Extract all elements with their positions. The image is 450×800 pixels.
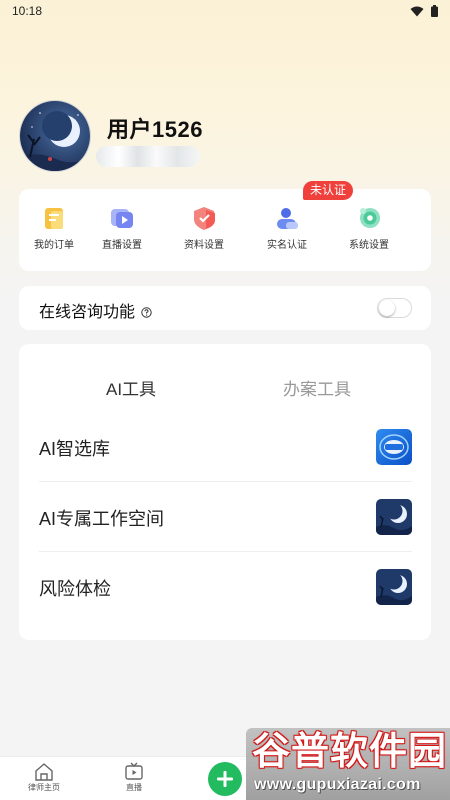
tool-row-ai-workspace[interactable]: AI专属工作空间 [39, 482, 412, 552]
battery-icon [431, 5, 438, 17]
online-consult-card: 在线咨询功能 [19, 286, 431, 330]
moon-thumbnail-icon [376, 569, 412, 605]
watermark-title: 谷普软件园 [252, 731, 448, 773]
home-icon [35, 763, 53, 781]
watermark-url: www.gupuxiazai.com [254, 776, 421, 793]
menu-item-id-verification[interactable]: 实名认证 [255, 205, 319, 251]
status-icons [410, 5, 438, 17]
nav-live[interactable]: 直播 [124, 762, 144, 793]
help-icon[interactable] [141, 307, 153, 318]
menu-item-profile-settings[interactable]: 资料设置 [172, 205, 236, 251]
wifi-icon [410, 6, 424, 16]
menu-item-live-settings[interactable]: 直播设置 [90, 205, 154, 251]
toggle-knob [379, 300, 395, 316]
menu-item-orders[interactable]: 我的订单 [22, 205, 86, 251]
unverified-badge: 未认证 [303, 181, 354, 200]
tab-ai-tools[interactable]: AI工具 [106, 375, 156, 400]
menu-item-system-settings[interactable]: 系统设置 [337, 205, 401, 251]
tools-card: AI工具 办案工具 AI智选库 AI专属工作空间 风险体检 [19, 344, 431, 640]
profile-header: 用户1526 [19, 100, 431, 174]
avatar[interactable] [19, 100, 91, 172]
tab-case-tools[interactable]: 办案工具 [283, 375, 351, 400]
add-button[interactable] [208, 762, 242, 796]
status-time: 10:18 [12, 4, 43, 18]
tool-label: AI专属工作空间 [39, 509, 165, 529]
system-settings-icon [360, 208, 380, 228]
masked-phone-number [96, 146, 200, 167]
live-settings-icon [111, 209, 133, 228]
watermark-overlay: 谷普软件园 www.gupuxiazai.com [246, 728, 450, 800]
online-consult-label: 在线咨询功能 [39, 304, 136, 321]
tool-row-risk-check[interactable]: 风险体检 [39, 552, 412, 622]
user-name: 用户1526 [107, 117, 203, 142]
id-verify-icon [277, 208, 298, 229]
ai-library-icon [376, 429, 412, 465]
tv-icon [125, 762, 143, 780]
online-consult-row: 在线咨询功能 [39, 298, 153, 322]
plus-icon [217, 771, 233, 787]
online-consult-toggle[interactable] [377, 298, 412, 318]
tool-row-ai-library[interactable]: AI智选库 [39, 412, 412, 482]
nav-lawyer-home[interactable]: 律师主页 [28, 762, 60, 793]
tool-label: 风险体检 [39, 579, 111, 599]
moon-thumbnail-icon [376, 499, 412, 535]
status-bar: 10:18 [0, 0, 450, 22]
quick-menu-card: 我的订单 直播设置 资料设置 实名认证 系统设置 未认证 [19, 181, 431, 271]
tool-label: AI智选库 [39, 439, 111, 459]
profile-settings-icon [194, 207, 215, 230]
order-icon [45, 208, 63, 229]
